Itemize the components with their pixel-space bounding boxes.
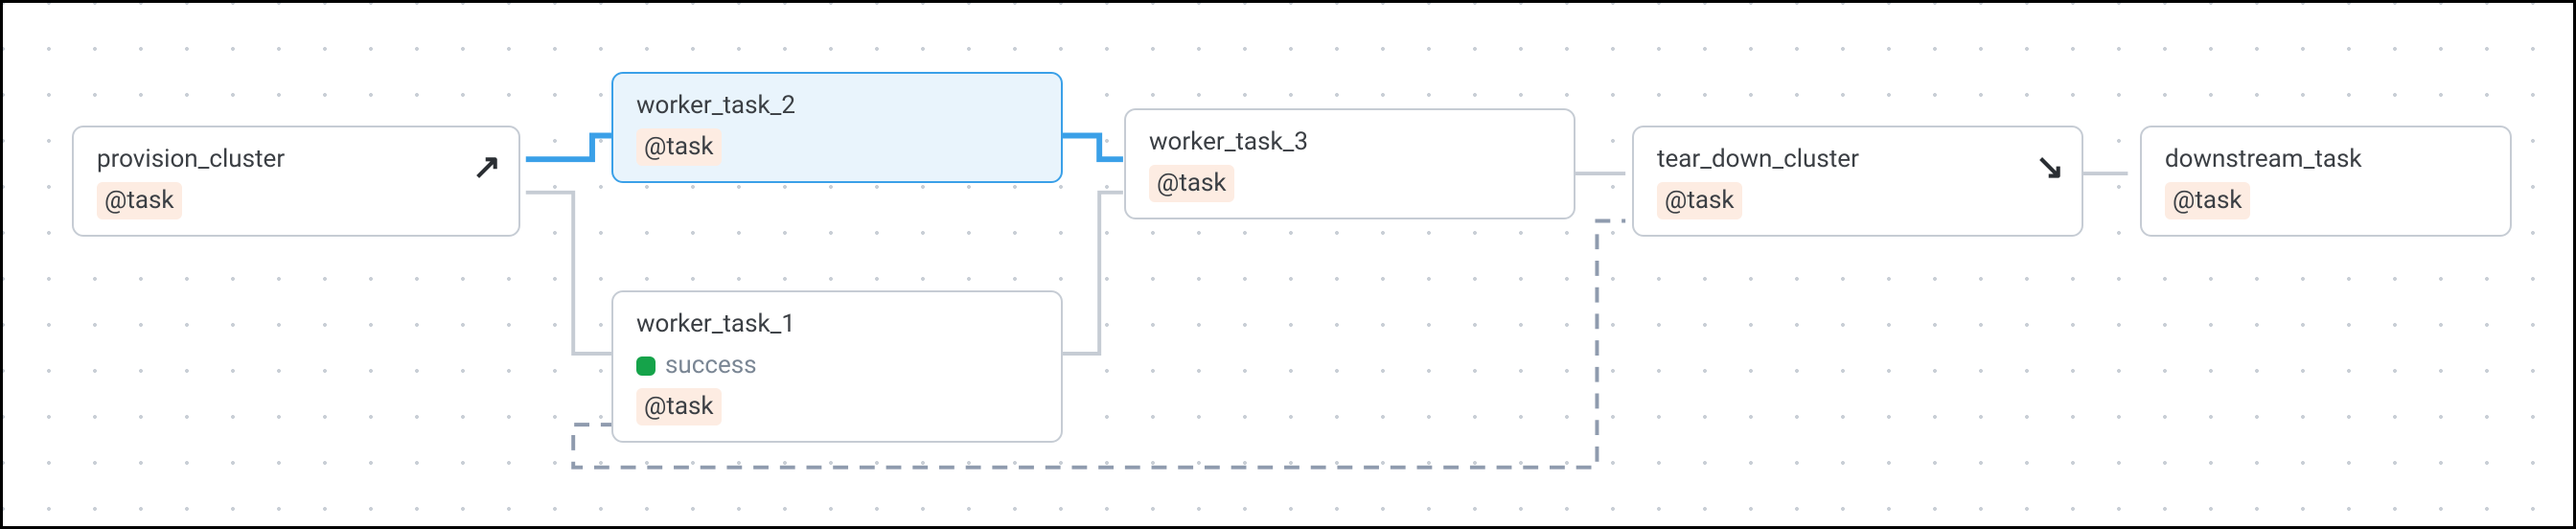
task-badge: @task [97, 182, 182, 219]
node-tear-down-cluster[interactable]: tear_down_cluster @task ↘ [1632, 126, 2083, 237]
node-downstream-task[interactable]: downstream_task @task [2140, 126, 2512, 237]
arrow-teardown-icon: ↘ [2036, 141, 2064, 193]
status-label: success [665, 347, 757, 384]
node-worker-task-1[interactable]: worker_task_1 success @task [611, 290, 1063, 443]
dot-grid [3, 3, 2573, 526]
task-badge: @task [636, 128, 722, 166]
node-title: provision_cluster [97, 141, 495, 178]
status-row: success [636, 347, 1038, 384]
task-badge: @task [2165, 182, 2250, 219]
status-success-icon [636, 356, 656, 376]
node-worker-task-3[interactable]: worker_task_3 @task [1124, 108, 1576, 219]
node-title: worker_task_2 [636, 87, 1038, 125]
task-badge: @task [1657, 182, 1742, 219]
node-title: tear_down_cluster [1657, 141, 2058, 178]
node-title: worker_task_3 [1149, 124, 1551, 161]
node-worker-task-2[interactable]: worker_task_2 @task [611, 72, 1063, 183]
task-badge: @task [636, 388, 722, 426]
node-title: worker_task_1 [636, 306, 1038, 343]
task-badge: @task [1149, 165, 1234, 202]
canvas-frame: provision_cluster @task ↗ worker_task_2 … [0, 0, 2576, 529]
arrow-setup-icon: ↗ [472, 141, 501, 193]
node-title: downstream_task [2165, 141, 2487, 178]
node-provision-cluster[interactable]: provision_cluster @task ↗ [72, 126, 520, 237]
